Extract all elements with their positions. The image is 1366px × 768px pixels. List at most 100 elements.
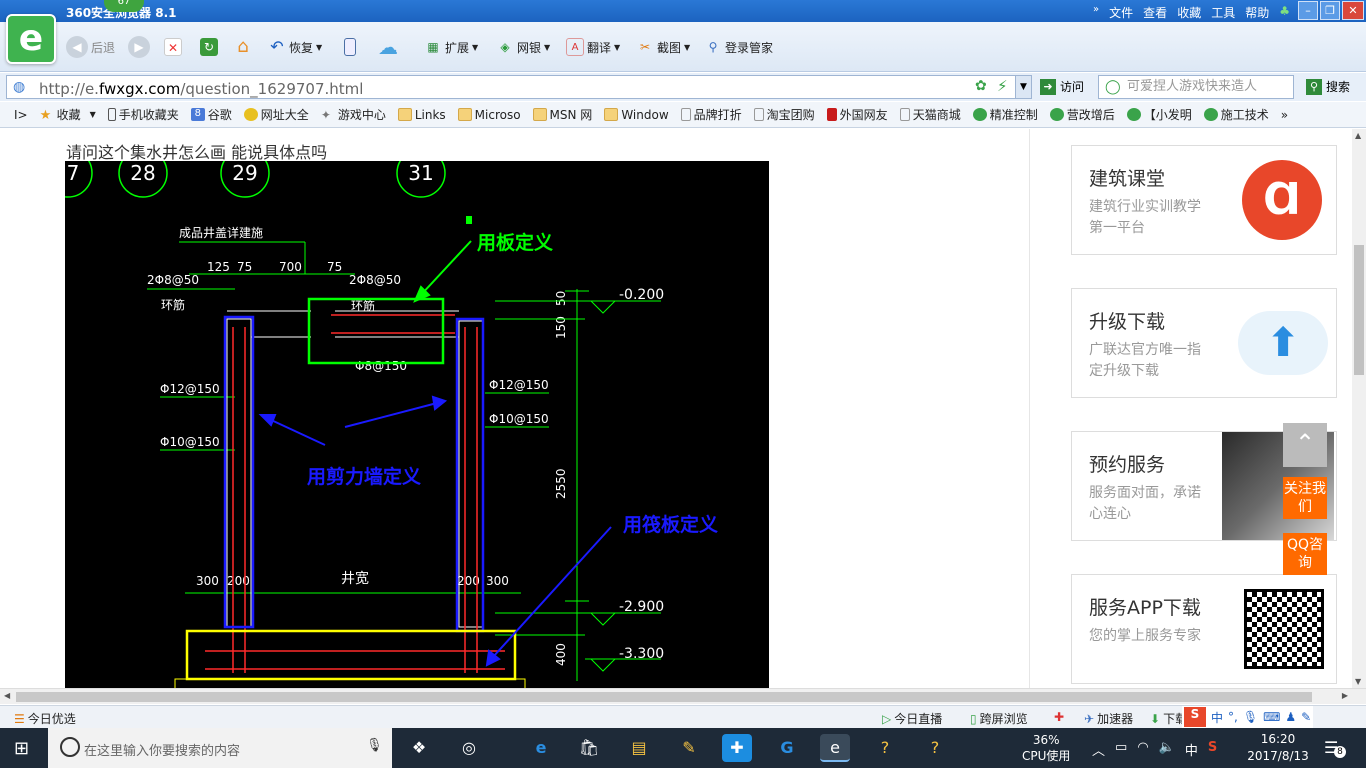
scroll-thumb[interactable] xyxy=(16,692,1312,702)
fav-tax[interactable]: 营改增后 xyxy=(1044,106,1121,123)
edge-icon[interactable]: e xyxy=(526,734,556,762)
folder-icon xyxy=(397,108,412,121)
visit-button[interactable]: ➜ 访问 xyxy=(1040,78,1084,95)
favorites-more-icon[interactable]: » xyxy=(1275,108,1294,122)
search-input[interactable]: ◯ 可爱捏人游戏快来造人 xyxy=(1098,75,1294,99)
security-icon[interactable]: ✿ xyxy=(975,78,987,94)
home-button[interactable]: ⌂ xyxy=(234,36,252,58)
card-app-download[interactable]: 服务APP下载 您的掌上服务专家 xyxy=(1071,574,1337,684)
fav-construction[interactable]: 施工技术 xyxy=(1198,106,1275,123)
fav-links[interactable]: Links xyxy=(392,108,452,122)
sidebar-toggle-icon[interactable]: I> xyxy=(0,108,34,122)
notes-icon[interactable]: ✎ xyxy=(674,734,704,762)
minimize-button[interactable]: – xyxy=(1298,1,1318,20)
cpu-widget[interactable]: 36% CPU使用 xyxy=(1022,732,1070,764)
vertical-scrollbar[interactable]: ▲ ▼ xyxy=(1352,129,1366,688)
extend-button[interactable]: ▦ 扩展 ▼ xyxy=(424,36,478,58)
scroll-down-icon[interactable]: ▼ xyxy=(1355,677,1361,686)
explorer-icon[interactable]: ▤ xyxy=(624,734,654,762)
browser-logo[interactable]: e xyxy=(6,14,56,64)
store-icon[interactable]: 🛍 xyxy=(574,734,604,762)
translate-button[interactable]: A 翻译 ▼ xyxy=(566,36,620,58)
fav-collect[interactable]: ★ 收藏 ▼ xyxy=(34,106,102,123)
back-button[interactable]: ◀ 后退 xyxy=(66,36,115,58)
scroll-up-icon[interactable]: ▲ xyxy=(1355,131,1361,140)
today-live-button[interactable]: ▷ 今日直播 xyxy=(882,710,942,727)
url-input[interactable]: ◍ http://e.fwxgx.com/question_1629707.ht… xyxy=(6,75,1032,99)
refresh-button[interactable]: ↻ xyxy=(200,36,218,58)
task-view-icon[interactable]: ❖ xyxy=(404,734,434,762)
follow-button[interactable]: 关注我们 xyxy=(1283,477,1327,519)
card-classroom[interactable]: 建筑课堂 建筑行业实训教学第一平台 Ɑ xyxy=(1071,145,1337,255)
ime-toolbar[interactable]: S 中 °, 🎙 ⌨ ♟ ✎ xyxy=(1182,706,1314,728)
bank-button[interactable]: ◈ 网银 ▼ xyxy=(496,36,550,58)
tray-expand-icon[interactable]: ︿ xyxy=(1092,740,1105,759)
menu-tools[interactable]: 工具 xyxy=(1211,4,1235,21)
add-button[interactable]: ✚ xyxy=(1054,710,1064,724)
download-icon: ⬇ xyxy=(1150,711,1161,726)
accelerator-button[interactable]: ✈ 加速器 xyxy=(1084,710,1133,727)
scroll-right-icon[interactable]: ▶ xyxy=(1342,691,1348,700)
menu-favorites[interactable]: 收藏 xyxy=(1177,4,1201,21)
qq-consult-button[interactable]: QQ咨询 xyxy=(1283,533,1327,575)
dim-75b: 75 xyxy=(327,260,342,274)
horizontal-scrollbar[interactable]: ◀ ▶ xyxy=(0,688,1366,704)
phone-button[interactable] xyxy=(344,36,356,58)
menu-expand-icon[interactable]: » xyxy=(1093,4,1099,21)
ime-indicator[interactable]: 中 xyxy=(1185,740,1198,759)
app-g-icon[interactable]: G xyxy=(772,734,802,762)
fav-foreign[interactable]: 外国网友 xyxy=(821,106,894,123)
skin-icon[interactable]: ♣ xyxy=(1279,4,1290,21)
wifi-icon[interactable]: ◠ xyxy=(1137,740,1148,759)
stop-button[interactable]: ✕ xyxy=(164,36,182,58)
help-doc-icon[interactable]: ? xyxy=(870,734,900,762)
sogou-tray-icon[interactable]: S xyxy=(1208,740,1217,759)
menu-view[interactable]: 查看 xyxy=(1143,4,1167,21)
notification-center-icon[interactable]: ☰ 8 xyxy=(1324,738,1346,758)
cross-screen-button[interactable]: ▯ 跨屏浏览 xyxy=(970,710,1028,727)
fav-brand[interactable]: 品牌打折 xyxy=(675,106,748,123)
fav-taobao[interactable]: 淘宝团购 xyxy=(748,106,821,123)
screenshot-button[interactable]: ✂ 截图 ▼ xyxy=(636,36,690,58)
help-doc-icon-2[interactable]: ? xyxy=(920,734,950,762)
fav-invention[interactable]: 【小发明 xyxy=(1121,106,1198,123)
scroll-thumb[interactable] xyxy=(1354,245,1364,375)
cortana-icon xyxy=(60,737,80,757)
scroll-left-icon[interactable]: ◀ xyxy=(4,691,10,700)
dim-200-left: 200 xyxy=(227,574,250,588)
fav-microsoft[interactable]: Microso xyxy=(452,108,527,122)
login-manager-button[interactable]: ⚲ 登录管家 xyxy=(704,36,773,58)
fav-tmall[interactable]: 天猫商城 xyxy=(894,106,967,123)
fav-urls[interactable]: 网址大全 xyxy=(238,106,315,123)
app-plus-icon[interactable]: ✚ xyxy=(722,734,752,762)
cloud-icon: ☁ xyxy=(378,35,398,59)
forward-button[interactable]: ▶ xyxy=(128,36,150,58)
menu-file[interactable]: 文件 xyxy=(1109,4,1133,21)
fav-games[interactable]: ✦ 游戏中心 xyxy=(315,106,392,123)
fav-precise[interactable]: 精准控制 xyxy=(967,106,1044,123)
restore-button[interactable]: ❐ xyxy=(1320,1,1340,20)
search-button[interactable]: ⚲ 搜索 xyxy=(1306,78,1350,95)
cloud-button[interactable]: ☁ xyxy=(378,35,398,59)
restore-tabs-button[interactable]: ↶ 恢复 ▼ xyxy=(268,36,322,58)
fav-google[interactable]: 8 谷歌 xyxy=(185,106,238,123)
brand-logo-icon: Ɑ xyxy=(1242,160,1322,240)
app-icon[interactable]: ◎ xyxy=(454,734,484,762)
taskbar-search[interactable]: 在这里输入你要搜索的内容 🎙 xyxy=(48,728,392,768)
today-pick-button[interactable]: ☰ 今日优选 xyxy=(14,710,76,727)
speed-mode-icon[interactable]: ⚡ xyxy=(997,77,1008,95)
browser-360-icon[interactable]: e xyxy=(820,734,850,762)
url-dropdown-icon[interactable]: ▼ xyxy=(1015,76,1031,98)
close-button[interactable]: ✕ xyxy=(1342,1,1364,20)
battery-icon[interactable]: ▭ xyxy=(1115,740,1127,759)
volume-icon[interactable]: 🔈 xyxy=(1159,740,1175,759)
clock[interactable]: 16:20 2017/8/13 xyxy=(1246,731,1310,765)
menu-help[interactable]: 帮助 xyxy=(1245,4,1269,21)
fav-mobile[interactable]: 手机收藏夹 xyxy=(102,106,185,123)
label-ring-left: 环筋 xyxy=(161,297,185,312)
fav-msn[interactable]: MSN 网 xyxy=(527,106,599,123)
fav-windows[interactable]: Window xyxy=(598,108,674,122)
back-to-top-button[interactable]: ⌃ xyxy=(1283,423,1327,467)
card-upgrade[interactable]: 升级下载 广联达官方唯一指定升级下载 ⬆ xyxy=(1071,288,1337,398)
windows-start-icon[interactable]: ⊞ xyxy=(14,738,29,759)
